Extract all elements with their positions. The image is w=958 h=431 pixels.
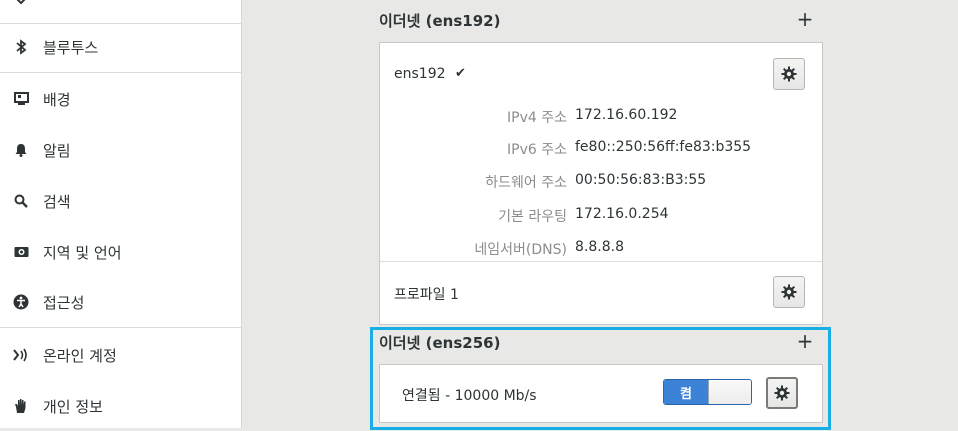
default-route-value: 172.16.0.254 (575, 206, 669, 222)
settings-sidebar: 블루투스 배경 알림 검색 지역 및 언어 접근성 온라인 계정 개인 정보 (0, 0, 242, 428)
ethernet-ens192-settings-button[interactable] (773, 58, 805, 90)
region-icon (13, 244, 29, 260)
ipv4-label: IPv4 주소 (507, 110, 567, 126)
sidebar-divider (0, 72, 241, 73)
sidebar-item-privacy[interactable]: 개인 정보 (0, 381, 241, 431)
sidebar-divider (0, 327, 241, 328)
ethernet-ens192-title: 이더넷 (ens192) (379, 12, 501, 30)
sidebar-item-label: 접근성 (43, 293, 85, 312)
hardware-address-value: 00:50:56:83:B3:55 (575, 172, 707, 188)
profile-label: 프로파일 1 (394, 287, 459, 303)
default-route-label: 기본 라우팅 (498, 209, 567, 225)
sidebar-item-accessibility[interactable]: 접근성 (0, 277, 241, 327)
sidebar-item-bluetooth[interactable]: 블루투스 (0, 22, 241, 72)
ethernet-ens192-card: ens192 ✔ IPv4 주소 172.16.60.192 IPv6 주소 f… (379, 42, 823, 325)
search-icon (13, 193, 29, 209)
ipv4-row: IPv4 주소 172.16.60.192 (380, 107, 820, 127)
default-route-row: 기본 라우팅 172.16.0.254 (380, 206, 820, 226)
focus-highlight (370, 327, 831, 430)
sidebar-item-label: 배경 (43, 90, 71, 109)
dns-label: 네임서버(DNS) (474, 242, 567, 258)
sidebar-item-search[interactable]: 검색 (0, 176, 241, 226)
sidebar-item-label: 알림 (43, 141, 71, 160)
plus-icon: + (796, 7, 814, 31)
add-connection-button[interactable]: + (796, 7, 814, 31)
sidebar-item-background[interactable]: 배경 (0, 74, 241, 124)
device-name: ens192 (394, 66, 446, 82)
online-accounts-icon (13, 347, 29, 363)
ipv6-label: IPv6 주소 (507, 142, 567, 158)
hardware-address-label: 하드웨어 주소 (485, 175, 567, 191)
sidebar-item-notifications[interactable]: 알림 (0, 125, 241, 175)
ipv6-row: IPv6 주소 fe80::250:56ff:fe83:b355 (380, 139, 820, 159)
accessibility-icon (13, 294, 29, 310)
dns-value: 8.8.8.8 (575, 239, 624, 255)
gear-icon (781, 284, 797, 300)
sidebar-item-label: 개인 정보 (43, 397, 103, 416)
partial-icon (13, 0, 29, 7)
sidebar-item-label: 검색 (43, 192, 71, 211)
hardware-address-row: 하드웨어 주소 00:50:56:83:B3:55 (380, 172, 820, 192)
gear-icon (781, 66, 797, 82)
bell-icon (13, 142, 29, 158)
sidebar-item-label: 온라인 계정 (43, 346, 117, 365)
ipv4-value: 172.16.60.192 (575, 107, 678, 123)
profile-settings-button[interactable] (773, 276, 805, 308)
sidebar-item-partial[interactable] (0, 0, 241, 24)
card-divider (380, 261, 822, 262)
background-icon (13, 91, 29, 107)
ipv6-value: fe80::250:56ff:fe83:b355 (575, 139, 752, 155)
privacy-hand-icon (13, 398, 29, 414)
sidebar-item-region-language[interactable]: 지역 및 언어 (0, 227, 241, 277)
checkmark-icon: ✔ (455, 66, 466, 81)
sidebar-item-online-accounts[interactable]: 온라인 계정 (0, 330, 241, 380)
dns-row: 네임서버(DNS) 8.8.8.8 (380, 239, 820, 259)
sidebar-item-label: 블루투스 (43, 38, 99, 57)
sidebar-item-label: 지역 및 언어 (43, 243, 122, 262)
bluetooth-icon (13, 39, 29, 55)
